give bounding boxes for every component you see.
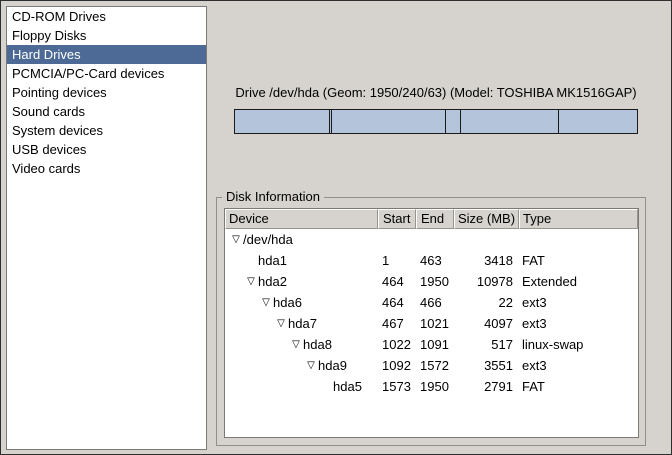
table-row-hda5[interactable]: hda5 157319502791FAT (225, 376, 638, 397)
table-row-hda8[interactable]: ▽hda8 10221091517linux-swap (225, 334, 638, 355)
end-cell: 1091 (416, 334, 454, 355)
device-label: hda9 (318, 358, 347, 373)
table-row-hda1[interactable]: hda1 14633418FAT (225, 250, 638, 271)
expander-icon[interactable]: ▽ (304, 355, 318, 376)
size-cell: 517 (454, 334, 519, 355)
expander-icon[interactable]: ▽ (289, 334, 303, 355)
type-cell: FAT (519, 376, 638, 397)
partition-segment-hda8 (446, 110, 460, 133)
device-label: hda8 (303, 337, 332, 352)
size-cell: 10978 (454, 271, 519, 292)
start-cell: 464 (378, 271, 416, 292)
end-cell: 466 (416, 292, 454, 313)
partition-table: DeviceStartEndSize (MB)Type ▽/dev/hdahda… (224, 208, 639, 438)
end-cell: 463 (416, 250, 454, 271)
device-label: hda5 (333, 379, 362, 394)
partition-segment-hda5 (559, 110, 637, 133)
expander-icon[interactable]: ▽ (244, 271, 258, 292)
end-cell (416, 229, 454, 250)
start-cell (378, 229, 416, 250)
sidebar-item-sound-cards[interactable]: Sound cards (7, 102, 206, 121)
partition-segment-hda1 (235, 110, 330, 133)
sidebar-item-video-cards[interactable]: Video cards (7, 159, 206, 178)
column-header-type[interactable]: Type (519, 209, 638, 229)
partition-segment-hda9 (461, 110, 560, 133)
end-cell: 1950 (416, 271, 454, 292)
sidebar-item-system-devices[interactable]: System devices (7, 121, 206, 140)
end-cell: 1572 (416, 355, 454, 376)
start-cell: 1022 (378, 334, 416, 355)
table-row-hda2[interactable]: ▽hda2 464195010978Extended (225, 271, 638, 292)
drive-title: Drive /dev/hda (Geom: 1950/240/63) (Mode… (216, 85, 656, 100)
column-header-end[interactable]: End (416, 209, 454, 229)
expander-icon[interactable]: ▽ (259, 292, 273, 313)
type-cell: Extended (519, 271, 638, 292)
device-label: hda6 (273, 295, 302, 310)
type-cell: ext3 (519, 313, 638, 334)
sidebar-item-usb-devices[interactable]: USB devices (7, 140, 206, 159)
device-label: /dev/hda (243, 232, 293, 247)
partition-table-body: ▽/dev/hdahda114633418FAT▽hda246419501097… (225, 229, 638, 397)
device-category-list: CD-ROM DrivesFloppy DisksHard DrivesPCMC… (6, 6, 207, 450)
type-cell: ext3 (519, 292, 638, 313)
start-cell: 467 (378, 313, 416, 334)
end-cell: 1021 (416, 313, 454, 334)
size-cell: 22 (454, 292, 519, 313)
expander-icon[interactable]: ▽ (274, 313, 288, 334)
device-label: hda7 (288, 316, 317, 331)
partition-segment-hda7 (332, 110, 446, 133)
sidebar-item-floppy-disks[interactable]: Floppy Disks (7, 26, 206, 45)
end-cell: 1950 (416, 376, 454, 397)
start-cell: 1 (378, 250, 416, 271)
sidebar-item-cd-rom-drives[interactable]: CD-ROM Drives (7, 7, 206, 26)
size-cell: 3418 (454, 250, 519, 271)
start-cell: 1092 (378, 355, 416, 376)
start-cell: 464 (378, 292, 416, 313)
size-cell: 2791 (454, 376, 519, 397)
start-cell: 1573 (378, 376, 416, 397)
hardware-browser-window: CD-ROM DrivesFloppy DisksHard DrivesPCMC… (0, 0, 672, 455)
partition-bar (234, 109, 638, 134)
size-cell (454, 229, 519, 250)
sidebar-item-pointing-devices[interactable]: Pointing devices (7, 83, 206, 102)
size-cell: 4097 (454, 313, 519, 334)
type-cell: ext3 (519, 355, 638, 376)
partition-table-header: DeviceStartEndSize (MB)Type (225, 209, 638, 229)
expander-icon[interactable]: ▽ (229, 229, 243, 250)
table-row-hda9[interactable]: ▽hda9 109215723551ext3 (225, 355, 638, 376)
disk-information-frame: Disk Information DeviceStartEndSize (MB)… (216, 197, 646, 446)
column-header-device[interactable]: Device (225, 209, 378, 229)
type-cell: linux-swap (519, 334, 638, 355)
column-header-size-mb[interactable]: Size (MB) (454, 209, 519, 229)
sidebar-item-hard-drives[interactable]: Hard Drives (7, 45, 206, 64)
table-row-hda6[interactable]: ▽hda6 46446622ext3 (225, 292, 638, 313)
size-cell: 3551 (454, 355, 519, 376)
column-header-start[interactable]: Start (378, 209, 416, 229)
table-row-dev-hda[interactable]: ▽/dev/hda (225, 229, 638, 250)
sidebar-item-pcmcia-pc-card-devices[interactable]: PCMCIA/PC-Card devices (7, 64, 206, 83)
type-cell: FAT (519, 250, 638, 271)
type-cell (519, 229, 638, 250)
device-label: hda1 (258, 253, 287, 268)
disk-information-frame-label: Disk Information (222, 189, 324, 204)
device-label: hda2 (258, 274, 287, 289)
table-row-hda7[interactable]: ▽hda7 46710214097ext3 (225, 313, 638, 334)
